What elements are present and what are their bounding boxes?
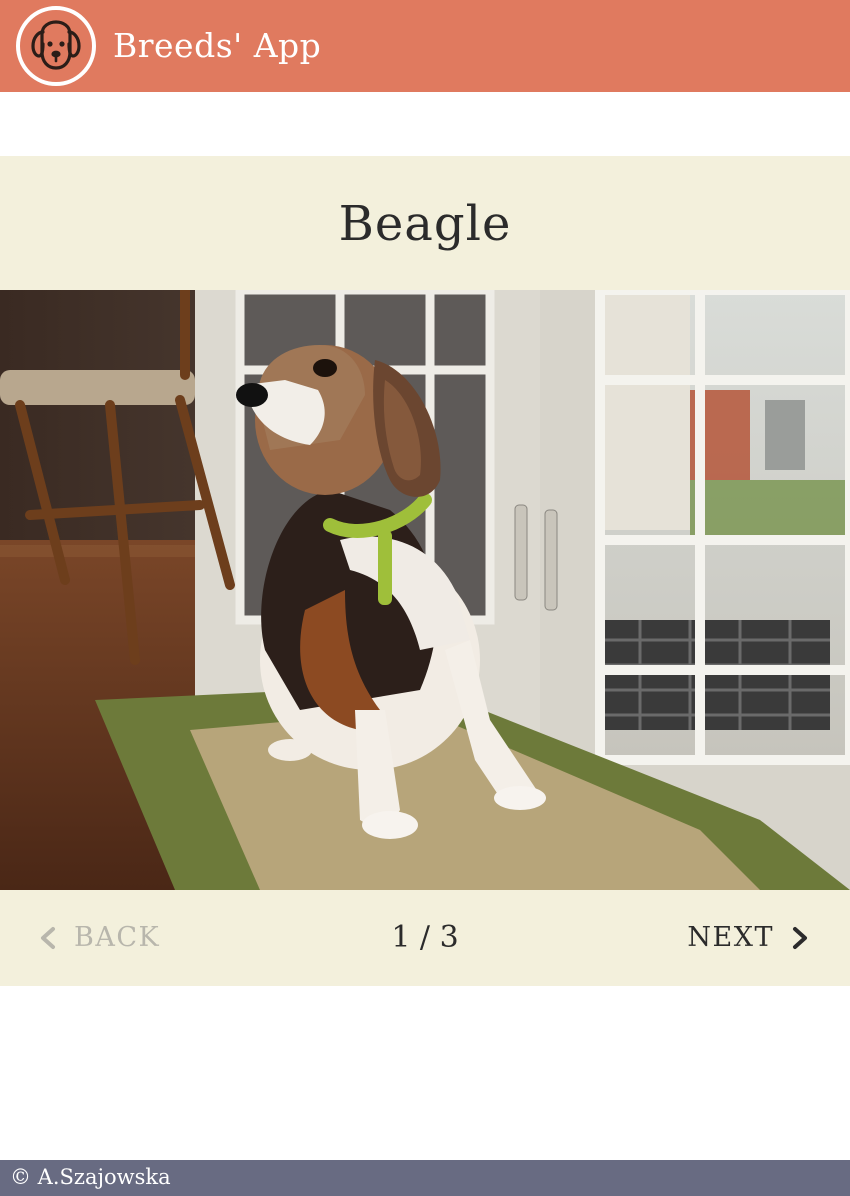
app-header: Breeds' App — [0, 0, 850, 92]
beagle-photo-image — [0, 290, 850, 890]
next-label: NEXT — [687, 922, 774, 953]
app-title: Breeds' App — [113, 26, 322, 65]
breed-photo — [0, 290, 850, 890]
app-logo[interactable] — [16, 6, 96, 86]
dog-face-icon — [31, 20, 81, 70]
next-button[interactable]: NEXT — [687, 918, 810, 958]
breed-name: Beagle — [338, 196, 512, 252]
chevron-right-icon — [793, 927, 807, 949]
copyright-text: © A.Szajowska — [10, 1165, 171, 1189]
